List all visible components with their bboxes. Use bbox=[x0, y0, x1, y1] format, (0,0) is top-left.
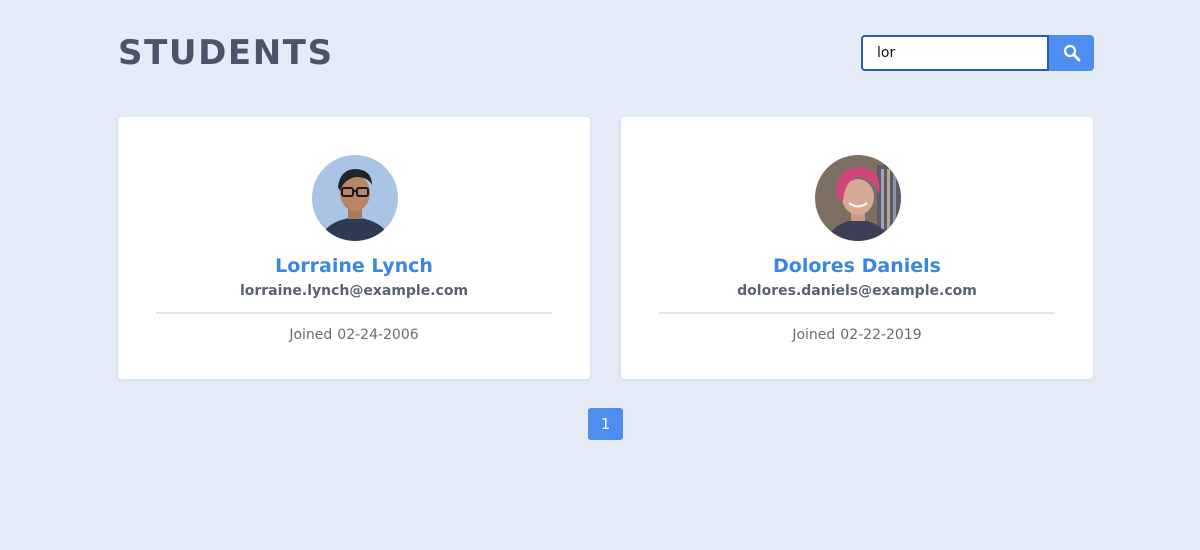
joined-label: Joined bbox=[289, 327, 333, 343]
student-card[interactable]: Lorraine Lynch lorraine.lynch@example.co… bbox=[118, 117, 590, 379]
page-title: STUDENTS bbox=[118, 33, 334, 73]
joined-date: Joined 02-24-2006 bbox=[118, 325, 590, 345]
search-icon bbox=[1063, 44, 1080, 62]
pagination-page-1[interactable]: 1 bbox=[588, 408, 623, 440]
avatar bbox=[815, 155, 901, 241]
search-button[interactable] bbox=[1049, 35, 1094, 71]
divider bbox=[156, 312, 552, 314]
joined-label: Joined bbox=[792, 327, 836, 343]
student-email: dolores.daniels@example.com bbox=[737, 283, 977, 299]
student-name[interactable]: Dolores Daniels bbox=[621, 253, 1093, 279]
divider bbox=[659, 312, 1055, 314]
avatar bbox=[312, 155, 398, 241]
student-card[interactable]: Dolores Daniels dolores.daniels@example.… bbox=[621, 117, 1093, 379]
students-page: STUDENTS Lorraine Lynch lorraine.ly bbox=[0, 0, 1200, 550]
joined-value: 02-24-2006 bbox=[337, 327, 419, 343]
joined-date: Joined 02-22-2019 bbox=[621, 325, 1093, 345]
search-bar bbox=[861, 35, 1094, 71]
student-email: lorraine.lynch@example.com bbox=[239, 283, 469, 299]
search-input[interactable] bbox=[861, 35, 1049, 71]
student-name[interactable]: Lorraine Lynch bbox=[118, 253, 590, 279]
joined-value: 02-22-2019 bbox=[840, 327, 922, 343]
